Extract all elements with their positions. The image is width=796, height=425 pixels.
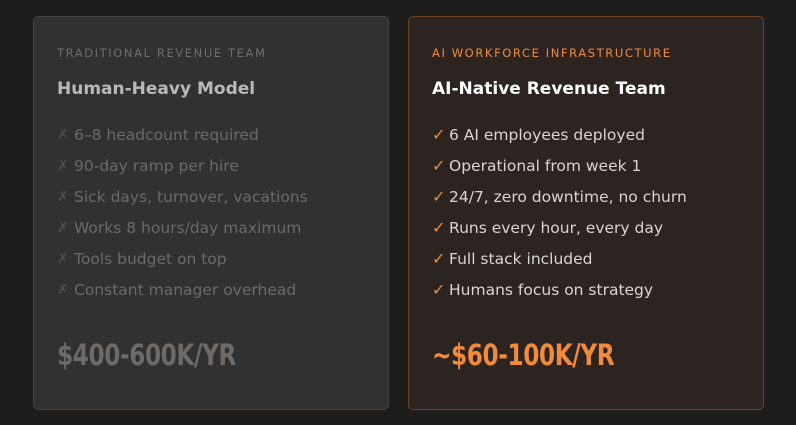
list-item: ✗ 90-day ramp per hire xyxy=(57,155,365,186)
check-icon: ✓ xyxy=(432,280,446,299)
list-item-label: 6 AI employees deployed xyxy=(449,126,645,144)
list-item: ✓ Humans focus on strategy xyxy=(432,279,740,310)
comparison-section: TRADITIONAL REVENUE TEAM Human-Heavy Mod… xyxy=(0,0,796,425)
list-item-label: Tools budget on top xyxy=(74,250,227,268)
list-item-label: Sick days, turnover, vacations xyxy=(74,188,308,206)
list-item: ✓ Full stack included xyxy=(432,248,740,279)
check-icon: ✓ xyxy=(432,187,446,206)
cross-icon: ✗ xyxy=(57,220,69,236)
list-item-label: Runs every hour, every day xyxy=(449,219,664,237)
price-label: ~$60-100K/YR xyxy=(432,338,615,372)
cross-icon: ✗ xyxy=(57,158,69,174)
cross-icon: ✗ xyxy=(57,251,69,267)
list-item: ✗ Works 8 hours/day maximum xyxy=(57,217,365,248)
check-icon: ✓ xyxy=(432,156,446,175)
card-eyebrow: TRADITIONAL REVENUE TEAM xyxy=(57,46,267,60)
list-item: ✓ 24/7, zero downtime, no churn xyxy=(432,186,740,217)
list-item-label: Humans focus on strategy xyxy=(449,281,654,299)
check-icon: ✓ xyxy=(432,249,446,268)
list-item-label: 6–8 headcount required xyxy=(74,126,259,144)
list-item: ✓ Operational from week 1 xyxy=(432,155,740,186)
cross-icon: ✗ xyxy=(57,189,69,205)
list-item: ✗ Constant manager overhead xyxy=(57,279,365,310)
card-title: Human-Heavy Model xyxy=(57,79,256,99)
check-icon: ✓ xyxy=(432,125,446,144)
check-icon: ✓ xyxy=(432,218,446,237)
ai-team-card: AI WORKFORCE INFRASTRUCTURE AI-Native Re… xyxy=(408,16,764,410)
list-item-label: Constant manager overhead xyxy=(74,281,297,299)
traditional-team-card: TRADITIONAL REVENUE TEAM Human-Heavy Mod… xyxy=(33,16,389,410)
cross-icon: ✗ xyxy=(57,282,69,298)
list-item: ✓ 6 AI employees deployed xyxy=(432,124,740,155)
list-item-label: Operational from week 1 xyxy=(449,157,642,175)
card-eyebrow: AI WORKFORCE INFRASTRUCTURE xyxy=(432,46,672,60)
list-item: ✗ Tools budget on top xyxy=(57,248,365,279)
list-item: ✓ Runs every hour, every day xyxy=(432,217,740,248)
feature-list: ✗ 6–8 headcount required ✗ 90-day ramp per… xyxy=(57,124,365,310)
card-title: AI-Native Revenue Team xyxy=(432,79,666,99)
list-item: ✗ Sick days, turnover, vacations xyxy=(57,186,365,217)
list-item-label: Full stack included xyxy=(449,250,593,268)
feature-list: ✓ 6 AI employees deployed ✓ Operational fr… xyxy=(432,124,740,310)
list-item: ✗ 6–8 headcount required xyxy=(57,124,365,155)
list-item-label: 90-day ramp per hire xyxy=(74,157,239,175)
list-item-label: 24/7, zero downtime, no churn xyxy=(449,188,687,206)
price-label: $400-600K/YR xyxy=(57,338,236,372)
list-item-label: Works 8 hours/day maximum xyxy=(74,219,302,237)
cross-icon: ✗ xyxy=(57,127,69,143)
